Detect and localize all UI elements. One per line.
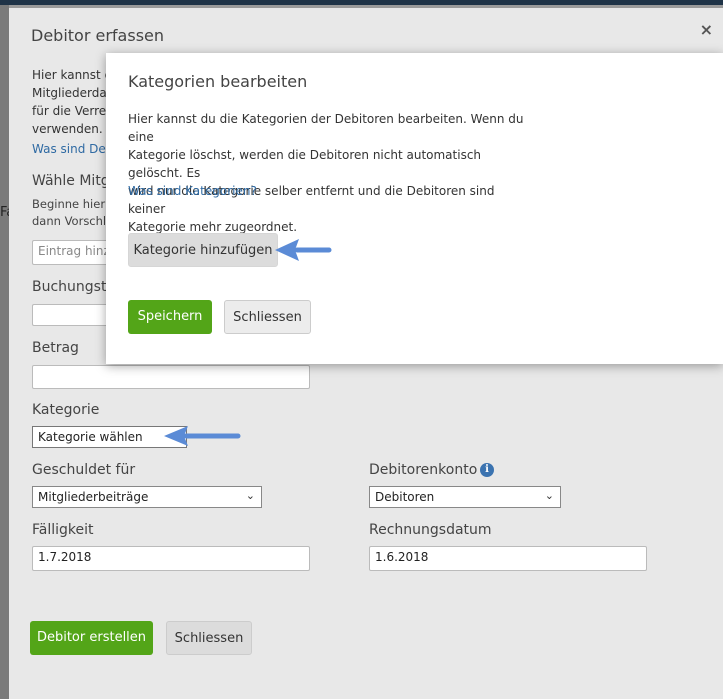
top-bar: [0, 0, 723, 5]
geschuldet-select-value: Mitgliederbeiträge: [38, 490, 149, 504]
betrag-input[interactable]: [32, 365, 310, 389]
annotation-arrow: [164, 426, 241, 446]
faelligkeit-label: Fälligkeit: [32, 522, 94, 538]
dialog-description: Hier kannst du die Kategorien der Debito…: [128, 110, 528, 236]
debitorenkonto-select-value: Debitoren: [375, 490, 435, 504]
geschuldet-label: Geschuldet für: [32, 462, 136, 478]
modal-title: Debitor erfassen: [31, 26, 165, 45]
description-line: Hier kannst du die Kategorien der Debito…: [128, 112, 524, 144]
kategorien-help-link[interactable]: Was sind Kategorien?: [128, 184, 257, 198]
rechnungsdatum-label: Rechnungsdatum: [369, 522, 492, 538]
add-category-button[interactable]: Kategorie hinzufügen: [128, 233, 278, 267]
betrag-label: Betrag: [32, 340, 79, 356]
close-button[interactable]: Schliessen: [166, 621, 252, 655]
dialog-title: Kategorien bearbeiten: [128, 72, 308, 91]
choose-member-label: Wähle Mitg: [32, 173, 110, 189]
save-button[interactable]: Speichern: [128, 300, 212, 334]
chevron-down-icon: ⌄: [544, 489, 554, 502]
create-debitor-button[interactable]: Debitor erstellen: [30, 621, 153, 655]
debitorenkonto-select[interactable]: Debitoren ⌄: [369, 486, 561, 508]
description-line: Kategorie löschst, werden die Debitoren …: [128, 148, 482, 180]
annotation-arrow: [275, 239, 332, 261]
info-icon[interactable]: i: [480, 463, 494, 477]
close-icon[interactable]: ×: [700, 20, 713, 39]
chevron-down-icon: ⌄: [245, 489, 255, 502]
debitoren-help-link[interactable]: Was sind Deb: [32, 142, 113, 156]
rechnungsdatum-input[interactable]: 1.6.2018: [369, 546, 647, 571]
kategorie-select-value: Kategorie wählen: [38, 430, 143, 444]
debitorenkonto-label: Debitorenkonto: [369, 462, 478, 478]
dialog-close-button[interactable]: Schliessen: [224, 300, 311, 334]
kategorien-dialog: Kategorien bearbeiten Hier kannst du die…: [106, 53, 723, 364]
page-backdrop: [0, 5, 9, 699]
geschuldet-select[interactable]: Mitgliederbeiträge ⌄: [32, 486, 262, 508]
faelligkeit-input[interactable]: 1.7.2018: [32, 546, 310, 571]
kategorie-label: Kategorie: [32, 402, 100, 418]
